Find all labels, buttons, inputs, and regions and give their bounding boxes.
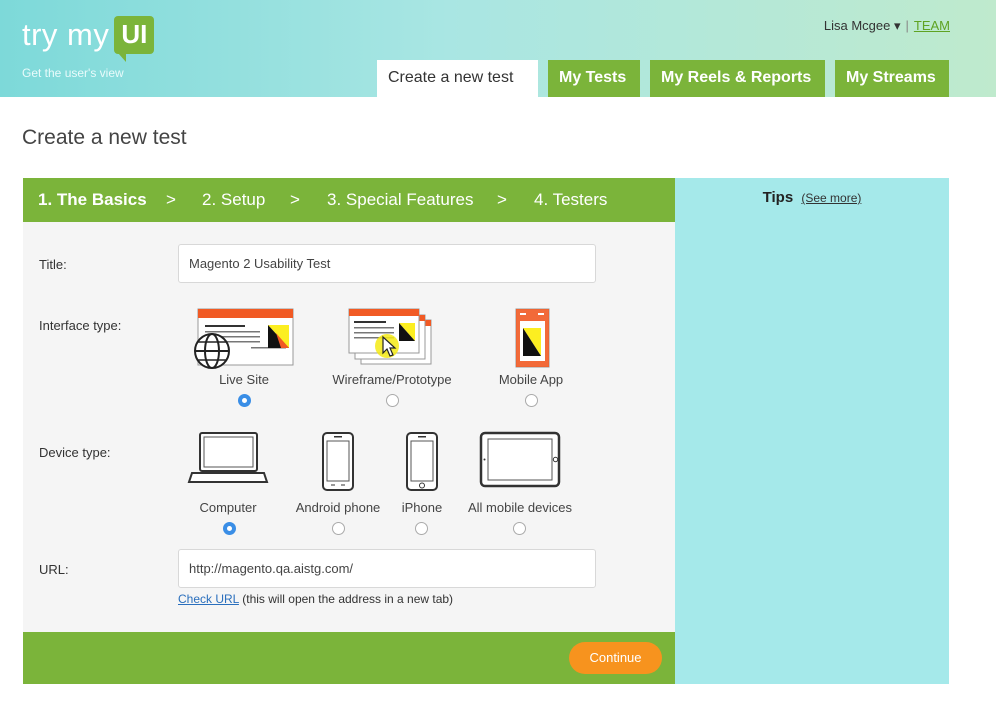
form-footer-bar: Continue (23, 632, 675, 684)
step-separator: > (166, 190, 176, 209)
nav-my-streams[interactable]: My Streams (835, 60, 949, 97)
check-url-link[interactable]: Check URL (178, 592, 239, 606)
user-separator: | (905, 18, 909, 33)
interface-radio-mobile-app[interactable] (525, 394, 538, 407)
test-form-panel: 1. The Basics > 2. Setup > 3. Special Fe… (23, 178, 675, 684)
step-separator: > (290, 190, 300, 209)
nav-my-tests[interactable]: My Tests (548, 60, 640, 97)
title-label: Title: (39, 257, 67, 272)
interface-option-wireframe[interactable]: Wireframe/Prototype (323, 306, 461, 407)
tips-panel: Tips (See more) (675, 178, 949, 684)
nav-create-new-test[interactable]: Create a new test (377, 60, 538, 97)
interface-type-label: Interface type: (39, 318, 122, 333)
user-area: Lisa Mcgee ▾ | TEAM (824, 18, 950, 34)
page-title: Create a new test (22, 126, 187, 149)
title-input[interactable]: Magento 2 Usability Test (178, 244, 596, 283)
wireframe-prototype-icon (348, 308, 432, 365)
step-special-features[interactable]: 3. Special Features (327, 178, 473, 222)
device-type-label: Device type: (39, 445, 111, 460)
continue-button[interactable]: Continue (569, 642, 662, 674)
device-radio-computer[interactable] (223, 522, 236, 535)
interface-radio-wireframe[interactable] (386, 394, 399, 407)
check-url-line: Check URL (this will open the address in… (178, 592, 453, 606)
url-input[interactable]: http://magento.qa.aistg.com/ (178, 549, 596, 588)
device-option-android[interactable]: Android phone (291, 430, 385, 535)
interface-option-label: Wireframe/Prototype (332, 372, 452, 387)
device-option-computer[interactable]: Computer (183, 430, 273, 535)
device-radio-all-mobile[interactable] (513, 522, 526, 535)
mobile-app-icon (515, 308, 550, 368)
interface-option-mobile-app[interactable]: Mobile App (491, 306, 571, 407)
interface-option-label: Live Site (219, 372, 269, 387)
user-menu[interactable]: Lisa Mcgee ▾ (824, 18, 901, 33)
tips-title: Tips (762, 189, 794, 206)
device-option-label: Computer (199, 500, 257, 515)
interface-radio-live-site[interactable] (238, 394, 251, 407)
check-url-note: (this will open the address in a new tab… (242, 592, 454, 606)
top-header: try my UI Get the user's view Lisa Mcgee … (0, 0, 996, 97)
device-option-label: All mobile devices (467, 500, 573, 515)
interface-option-live-site[interactable]: Live Site (191, 306, 297, 407)
tips-header: Tips (See more) (675, 189, 949, 206)
step-the-basics[interactable]: 1. The Basics (38, 178, 147, 222)
iphone-icon (406, 432, 438, 491)
team-link[interactable]: TEAM (914, 18, 950, 33)
logo-ui-badge: UI (114, 16, 155, 62)
steps-bar: 1. The Basics > 2. Setup > 3. Special Fe… (23, 178, 675, 222)
interface-option-label: Mobile App (498, 372, 564, 387)
device-option-label: Android phone (295, 500, 381, 515)
logo-tagline: Get the user's view (22, 66, 124, 80)
url-label: URL: (39, 562, 69, 577)
device-radio-iphone[interactable] (415, 522, 428, 535)
see-more-link[interactable]: (See more) (801, 191, 861, 205)
tablet-icon (479, 431, 561, 488)
laptop-icon (187, 432, 269, 483)
trymyui-logo[interactable]: try my UI (22, 16, 155, 62)
live-site-icon (194, 308, 294, 369)
step-separator: > (497, 190, 507, 209)
device-option-iphone[interactable]: iPhone (397, 430, 447, 535)
device-radio-android[interactable] (332, 522, 345, 535)
device-option-all-mobile[interactable]: All mobile devices (463, 430, 577, 535)
android-phone-icon (322, 432, 354, 491)
logo-text: try my (22, 17, 110, 52)
nav-my-reels-reports[interactable]: My Reels & Reports (650, 60, 825, 97)
step-setup[interactable]: 2. Setup (202, 178, 265, 222)
step-testers[interactable]: 4. Testers (534, 178, 607, 222)
device-option-label: iPhone (401, 500, 443, 515)
